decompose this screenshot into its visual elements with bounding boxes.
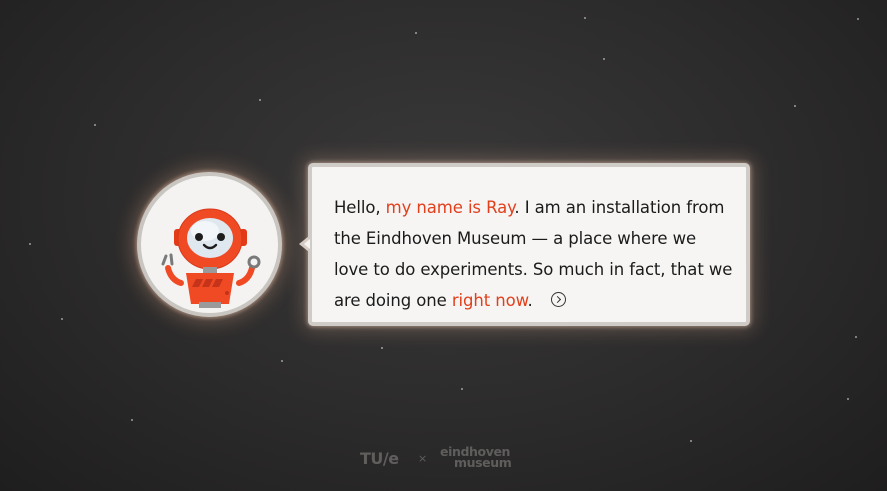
star (794, 105, 796, 107)
message-end: . (527, 291, 533, 310)
intro-message: Hello, my name is Ray. I am an installat… (334, 192, 734, 316)
star (94, 124, 96, 126)
star (603, 58, 605, 60)
star (29, 243, 31, 245)
star (690, 440, 692, 442)
star (847, 398, 849, 400)
star (461, 388, 463, 390)
speech-bubble: Hello, my name is Ray. I am an installat… (308, 163, 750, 326)
next-button[interactable] (550, 292, 566, 307)
star (857, 18, 859, 20)
star (61, 318, 63, 320)
robot-icon (161, 208, 261, 308)
intro-text: Hello, (334, 198, 386, 217)
museum-logo-line2: museum (454, 455, 512, 470)
now-highlight: right now (451, 291, 528, 310)
star (584, 17, 586, 19)
star (259, 99, 261, 101)
bubble-pointer-inner (304, 239, 310, 249)
eindhoven-museum-logo: eindhoven museum (440, 445, 530, 470)
star (131, 419, 133, 421)
star (415, 32, 417, 34)
logo-separator: × (418, 452, 428, 465)
star (281, 360, 283, 362)
name-highlight: my name is Ray (385, 198, 515, 217)
ray-robot-avatar (137, 172, 282, 317)
tue-logo: TU/e (360, 449, 399, 468)
star (381, 347, 383, 349)
star (855, 336, 857, 338)
